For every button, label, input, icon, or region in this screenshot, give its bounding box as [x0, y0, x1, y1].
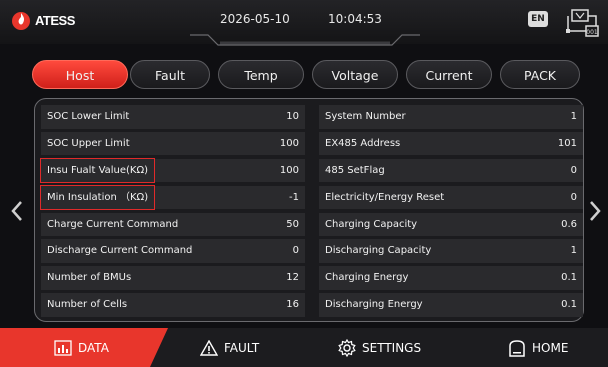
previous-page-arrow-icon[interactable] — [10, 200, 24, 222]
next-page-arrow-icon[interactable] — [588, 200, 602, 222]
nav-settings-button[interactable]: SETTINGS — [338, 328, 421, 367]
param-row: Number of Cells 16 — [41, 293, 305, 317]
param-label: Min Insulation （KΩ) — [39, 184, 156, 211]
language-button[interactable]: EN — [528, 11, 548, 27]
param-label: System Number — [325, 111, 406, 122]
param-value: 0 — [570, 164, 577, 176]
param-row: EX485 Address 101 — [319, 131, 583, 156]
tab-temp[interactable]: Temp — [218, 60, 304, 89]
param-label: SOC Upper Limit — [47, 137, 130, 149]
param-row: Charging Energy 0.1 — [319, 266, 583, 290]
param-label: Number of Cells — [47, 299, 128, 311]
param-value: 100 — [279, 137, 299, 149]
param-label: Charge Current Command — [47, 218, 179, 230]
param-value: 16 — [286, 299, 299, 311]
nav-data-button[interactable]: DATA — [54, 328, 109, 367]
param-value: 1 — [570, 111, 577, 122]
bar-chart-icon — [54, 339, 72, 356]
left-parameter-column: SOC Lower Limit 10 SOC Upper Limit 100 I… — [39, 105, 305, 320]
param-row: Electricity/Energy Reset 0 — [319, 185, 583, 210]
param-value: 1 — [570, 245, 577, 257]
param-row-highlighted: Min Insulation （KΩ) -1 — [39, 184, 305, 211]
bottom-navigation-bar: DATA FAULT SETTINGS HOME — [0, 328, 608, 367]
data-tabs: Host Fault Temp Voltage Current PACK — [32, 60, 580, 90]
param-row: 485 SetFlag 0 — [319, 158, 583, 183]
param-label: Number of BMUs — [47, 272, 132, 284]
warning-triangle-icon — [200, 339, 218, 356]
date-display: 2026-05-10 — [220, 12, 290, 26]
param-value: 50 — [286, 218, 299, 230]
param-label: Insu Fualt Value(KΩ) — [39, 157, 156, 184]
nav-home-label: HOME — [532, 340, 569, 355]
param-row: System Number 1 — [319, 105, 583, 129]
param-label: Charging Energy — [325, 272, 409, 284]
param-value: 100 — [279, 164, 299, 176]
param-row: Discharging Capacity 1 — [319, 239, 583, 263]
parameters-panel: SOC Lower Limit 10 SOC Upper Limit 100 I… — [34, 98, 584, 322]
brand-logo: ATESS — [10, 9, 75, 31]
network-status-icon[interactable]: 001 — [564, 6, 600, 40]
tab-fault[interactable]: Fault — [130, 60, 210, 89]
time-display: 10:04:53 — [328, 12, 382, 26]
param-value: 0.1 — [561, 299, 577, 311]
param-row: SOC Upper Limit 100 — [41, 131, 305, 156]
nav-settings-label: SETTINGS — [362, 340, 422, 355]
param-value: 0.1 — [561, 272, 577, 284]
param-label: Discharge Current Command — [47, 245, 193, 257]
param-value: 101 — [557, 137, 577, 149]
param-label: Discharging Energy — [325, 299, 423, 311]
param-row: SOC Lower Limit 10 — [41, 105, 305, 129]
flame-logo-icon — [12, 12, 30, 30]
param-label: SOC Lower Limit — [47, 111, 130, 122]
nav-data-label: DATA — [78, 340, 109, 355]
svg-text:001: 001 — [586, 29, 598, 36]
param-label: Charging Capacity — [325, 218, 418, 230]
home-icon — [509, 339, 525, 357]
param-value: 0 — [570, 191, 577, 203]
param-label: 485 SetFlag — [325, 164, 385, 176]
param-value: -1 — [289, 191, 299, 203]
param-value: 0.6 — [561, 218, 577, 230]
right-parameter-column: System Number 1 EX485 Address 101 485 Se… — [319, 105, 583, 320]
param-label: EX485 Address — [325, 137, 401, 149]
param-row: Charge Current Command 50 — [41, 212, 305, 237]
nav-home-button[interactable]: HOME — [508, 328, 568, 367]
param-row: Discharging Energy 0.1 — [319, 293, 583, 317]
tab-current[interactable]: Current — [406, 60, 492, 89]
logo-text: ATESS — [35, 12, 75, 28]
tab-host[interactable]: Host — [32, 60, 128, 89]
param-row: Number of BMUs 12 — [41, 266, 305, 290]
param-label: Discharging Capacity — [325, 245, 432, 257]
param-value: 12 — [286, 272, 299, 284]
param-value: 10 — [286, 111, 299, 122]
param-row-highlighted: Insu Fualt Value(KΩ) 100 — [39, 157, 305, 184]
param-row: Discharge Current Command 0 — [41, 239, 305, 263]
param-label: Electricity/Energy Reset — [325, 191, 445, 203]
param-value: 0 — [292, 245, 299, 257]
tab-pack[interactable]: PACK — [500, 60, 580, 89]
header-bar: ATESS 2026-05-10 10:04:53 EN 001 — [0, 0, 608, 46]
header-notch-decoration — [190, 34, 420, 46]
tab-voltage[interactable]: Voltage — [312, 60, 398, 89]
gear-icon — [338, 338, 356, 357]
nav-fault-label: FAULT — [224, 340, 260, 355]
nav-fault-button[interactable]: FAULT — [200, 328, 259, 367]
param-row: Charging Capacity 0.6 — [319, 212, 583, 237]
